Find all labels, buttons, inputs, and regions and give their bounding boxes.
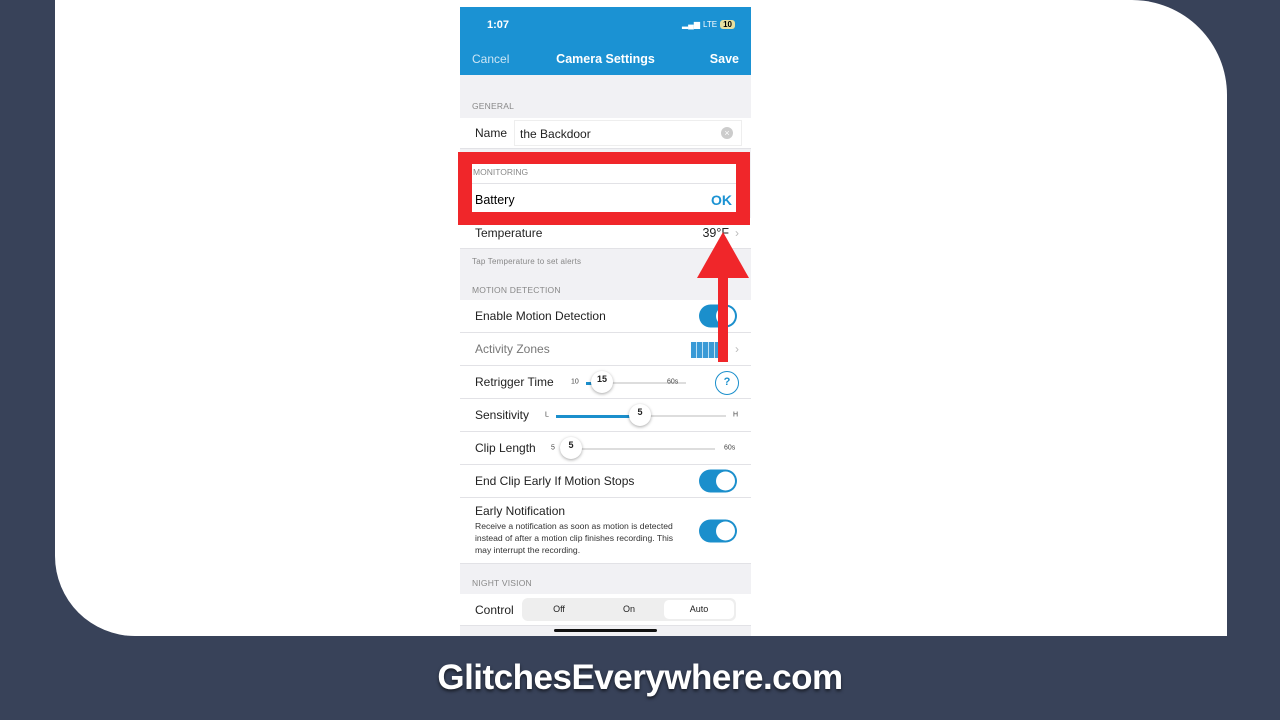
signal-icon: ▂▄▆ <box>682 20 701 29</box>
battery-status: OK <box>711 192 732 208</box>
section-night-vision: NIGHT VISION <box>472 578 532 588</box>
early-notification-label: Early Notification <box>475 504 566 518</box>
night-vision-segmented: Off On Auto <box>522 598 736 621</box>
control-label: Control <box>475 602 514 617</box>
battery-label: Battery <box>475 193 515 207</box>
control-row: Control Off On Auto <box>460 594 751 626</box>
section-motion: MOTION DETECTION <box>472 285 561 295</box>
sensitivity-row: Sensitivity L 5 H <box>460 399 751 432</box>
sensitivity-slider-thumb[interactable]: 5 <box>629 404 651 426</box>
retrigger-label: Retrigger Time <box>475 375 554 389</box>
status-time: 1:07 <box>487 19 510 31</box>
clear-icon[interactable]: × <box>721 127 733 139</box>
clip-track[interactable] <box>560 448 715 450</box>
retrigger-slider-thumb[interactable]: 15 <box>591 371 613 393</box>
activity-zones-label: Activity Zones <box>475 342 550 356</box>
name-row: Name the Backdoor × <box>460 118 751 149</box>
site-watermark: GlitchesEverywhere.com <box>437 658 843 697</box>
monitoring-section: MONITORING Battery OK <box>472 164 736 212</box>
segment-on[interactable]: On <box>594 600 664 619</box>
home-indicator <box>554 629 657 632</box>
clip-min: 5 <box>551 444 555 452</box>
end-clip-label: End Clip Early If Motion Stops <box>475 474 635 488</box>
section-general: GENERAL <box>472 101 515 111</box>
retrigger-max: 60s <box>667 378 679 386</box>
retrigger-row: Retrigger Time 10 15 60s ? <box>460 366 751 399</box>
name-value: the Backdoor <box>520 127 591 141</box>
clip-length-label: Clip Length <box>475 441 536 455</box>
end-clip-row: End Clip Early If Motion Stops <box>460 465 751 498</box>
name-label: Name <box>475 126 508 140</box>
network-label: LTE <box>703 20 718 29</box>
sensitivity-fill <box>556 414 636 418</box>
name-input[interactable]: the Backdoor × <box>514 120 742 146</box>
help-button[interactable]: ? <box>715 371 739 395</box>
enable-motion-label: Enable Motion Detection <box>475 309 606 323</box>
early-notification-desc: Receive a notification as soon as motion… <box>475 521 674 555</box>
clip-max: 60s <box>724 444 736 452</box>
nav-header: 1:07 ▂▄▆ LTE 10 Cancel Camera Settings Sav… <box>460 7 751 75</box>
clip-length-row: Clip Length 5 5 60s <box>460 432 751 465</box>
segment-off[interactable]: Off <box>524 600 594 619</box>
early-notification-toggle[interactable] <box>699 519 737 542</box>
retrigger-min: 10 <box>571 378 579 386</box>
battery-icon: 10 <box>720 20 735 29</box>
sensitivity-min: L <box>545 411 549 419</box>
segment-auto[interactable]: Auto <box>664 600 734 619</box>
page-title: Camera Settings <box>556 52 655 66</box>
save-button[interactable]: Save <box>710 52 739 66</box>
red-arrow-up-icon <box>697 232 749 362</box>
sensitivity-max: H <box>733 411 739 419</box>
early-notification-row: Early Notification Receive a notificatio… <box>460 498 751 564</box>
end-clip-toggle[interactable] <box>699 469 737 493</box>
temperature-label: Temperature <box>475 226 543 240</box>
sensitivity-label: Sensitivity <box>475 408 530 422</box>
status-indicators: ▂▄▆ LTE 10 <box>682 20 735 29</box>
temperature-hint: Tap Temperature to set alerts <box>472 257 582 266</box>
section-monitoring: MONITORING <box>473 167 529 177</box>
clip-slider-thumb[interactable]: 5 <box>560 437 582 459</box>
